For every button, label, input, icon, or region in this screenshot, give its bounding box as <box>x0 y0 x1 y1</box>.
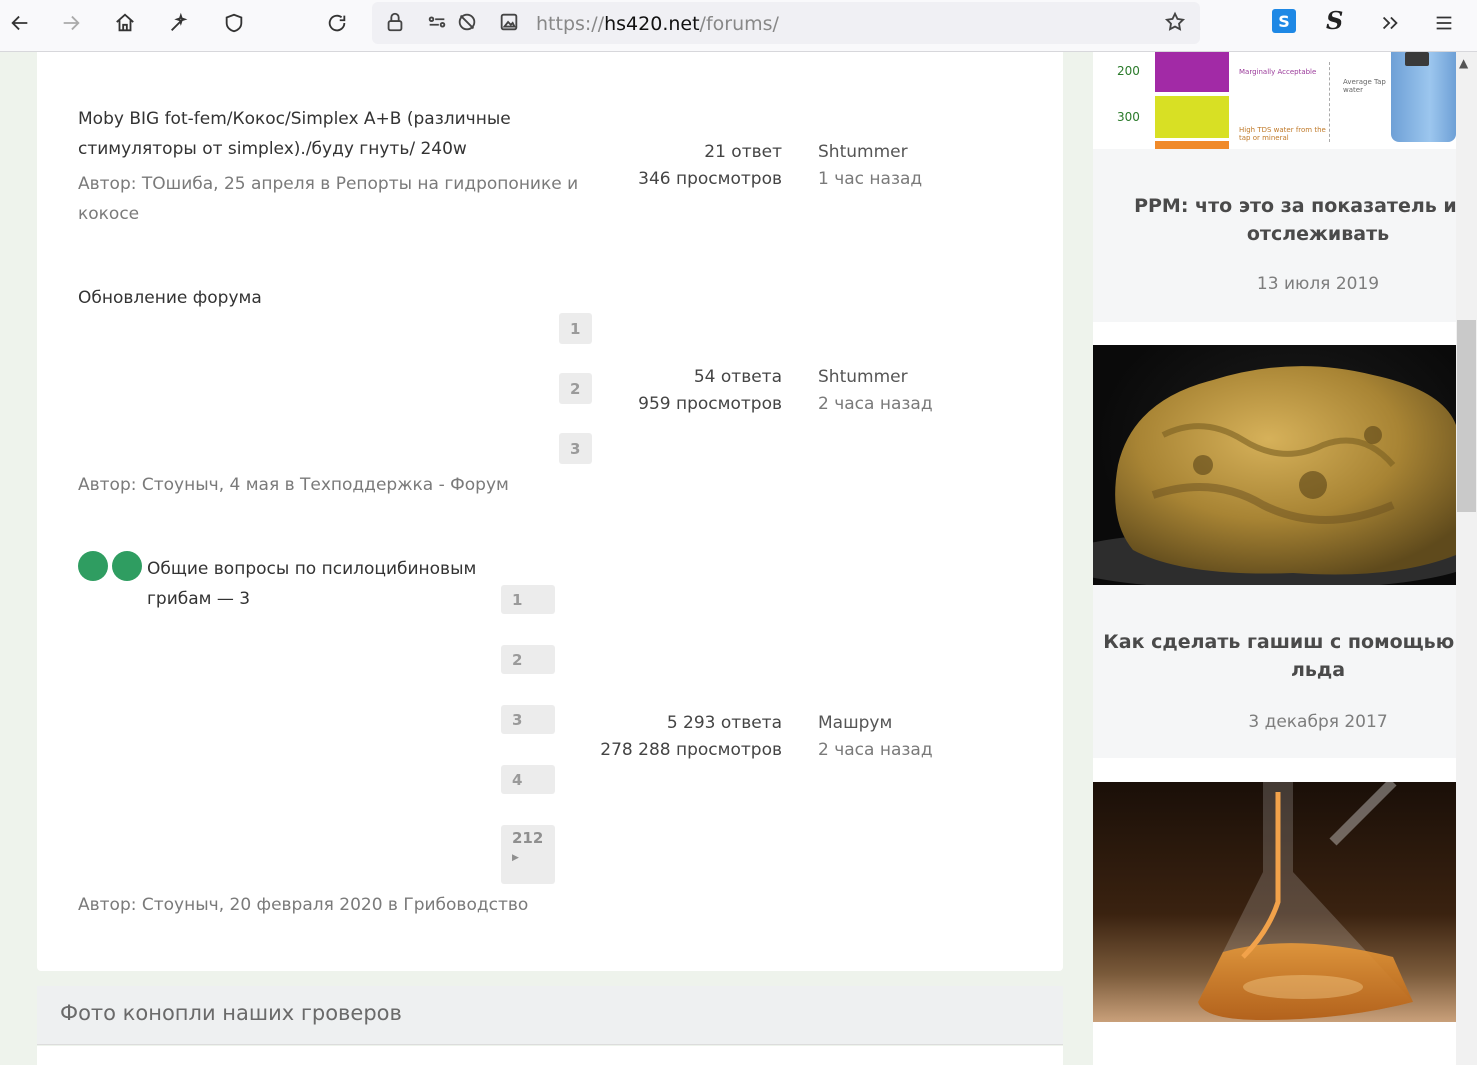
chart-label: 200 <box>1117 64 1140 78</box>
topic-title-link[interactable]: Общие вопросы по псилоцибиновым грибам —… <box>147 554 507 614</box>
avatar[interactable] <box>78 551 108 581</box>
scroll-up-arrow-icon[interactable]: ▲ <box>1459 56 1468 70</box>
last-poster-link[interactable]: Shtummer <box>818 139 922 166</box>
article-title-link[interactable]: Как сделать гашиш с помощью сухого льда <box>1093 628 1456 684</box>
view-count: 278 288 просмотров <box>600 740 782 760</box>
last-poster-link[interactable]: Shtummer <box>818 364 933 391</box>
last-post-info: Shtummer 1 час назад <box>818 139 922 193</box>
extension-s-label: S <box>1278 11 1290 31</box>
topic-meta: Автор: Стоуныч, 20 февраля 2020 в Грибов… <box>78 895 529 915</box>
hash-article-image[interactable] <box>1093 345 1456 585</box>
chart-label: 300 <box>1117 110 1140 124</box>
url-path: /forums/ <box>699 13 779 35</box>
tds-meter-illustration <box>1391 52 1456 142</box>
section-header: Фото конопли наших гроверов <box>37 986 1063 1045</box>
chart-divider <box>1329 62 1330 142</box>
topic-title-link[interactable]: Moby BIG fot-fem/Кокос/Simplex A+B (разл… <box>78 104 548 164</box>
last-post-info: Shtummer 2 часа назад <box>818 364 933 418</box>
ppm-chart-image[interactable]: 200 300 Marginally Acceptable Average Ta… <box>1093 52 1456 149</box>
forward-arrow-icon[interactable] <box>51 6 91 40</box>
url-text[interactable]: https://hs420.net/forums/ <box>536 13 779 35</box>
chart-band <box>1155 52 1229 92</box>
bong-article-image[interactable] <box>1093 782 1456 1022</box>
reload-icon[interactable] <box>317 6 357 40</box>
article-card[interactable]: PPM: что это за показатель и как отслежи… <box>1093 149 1456 322</box>
last-post-info: Машрум 2 часа назад <box>818 710 933 764</box>
chart-note: Marginally Acceptable <box>1239 68 1317 76</box>
reply-count: 54 ответа <box>693 367 782 387</box>
view-count: 346 просмотров <box>638 169 782 189</box>
forum-topic-list: Moby BIG fot-fem/Кокос/Simplex A+B (разл… <box>37 52 1063 971</box>
glass-bong-illustration <box>1198 782 1413 1020</box>
topic-stats: 21 ответ 346 просмотров <box>542 139 782 193</box>
view-count: 959 просмотров <box>638 394 782 414</box>
section-body <box>37 1046 1063 1065</box>
section-title[interactable]: Фото конопли наших гроверов <box>60 1001 402 1025</box>
hash-chunk-illustration <box>1093 366 1456 585</box>
article-title-link[interactable]: PPM: что это за показатель и как отслежи… <box>1093 192 1456 248</box>
topic-title-link[interactable]: Обновление форума <box>78 283 478 313</box>
page-link[interactable]: 3 <box>559 433 592 464</box>
customize-wand-icon[interactable] <box>159 6 199 40</box>
page-link[interactable]: 1 <box>559 313 592 344</box>
home-icon[interactable] <box>105 6 145 40</box>
topic-meta: Автор: Стоуныч, 4 мая в Техподдержка - Ф… <box>78 475 509 495</box>
page-link[interactable]: 4 <box>501 765 555 794</box>
url-bar[interactable]: https://hs420.net/forums/ <box>372 2 1200 44</box>
article-date: 3 декабря 2017 <box>1248 712 1388 732</box>
shield-icon[interactable] <box>214 6 254 40</box>
topic-stats: 5 293 ответа 278 288 просмотров <box>542 710 782 764</box>
extension-skype-icon[interactable]: S <box>1326 6 1343 35</box>
back-arrow-icon[interactable] <box>0 6 40 40</box>
hamburger-menu-icon[interactable] <box>1424 6 1464 40</box>
last-post-time[interactable]: 1 час назад <box>818 166 922 193</box>
page-link[interactable]: 1 <box>501 585 555 614</box>
sidebar: 200 300 Marginally Acceptable Average Ta… <box>1093 52 1456 1065</box>
reply-count: 21 ответ <box>704 142 782 162</box>
last-page-link[interactable]: 212 ▶ <box>501 825 555 884</box>
page-image-icon[interactable] <box>498 11 522 35</box>
article-date: 13 июля 2019 <box>1256 274 1380 294</box>
scrollbar-thumb[interactable] <box>1457 320 1476 512</box>
chart-note: Average Tap water <box>1343 78 1386 94</box>
chart-band <box>1155 96 1229 138</box>
overflow-chevrons-icon[interactable] <box>1370 6 1410 40</box>
browser-toolbar: https://hs420.net/forums/ S S <box>0 0 1477 52</box>
permissions-icon[interactable] <box>426 11 450 35</box>
tracking-blocked-icon[interactable] <box>456 11 480 35</box>
reply-count: 5 293 ответа <box>666 713 782 733</box>
avatar[interactable] <box>112 551 142 581</box>
topic-meta: Автор: ТОшиба, 25 апреля в Репорты на ги… <box>78 174 579 224</box>
last-post-time[interactable]: 2 часа назад <box>818 737 933 764</box>
extension-s-icon[interactable]: S <box>1272 9 1296 33</box>
chart-band <box>1155 141 1229 149</box>
caret-right-icon: ▶ <box>512 853 519 863</box>
url-host: hs420.net <box>604 13 700 35</box>
lock-icon[interactable] <box>384 11 408 35</box>
last-poster-link[interactable]: Машрум <box>818 710 933 737</box>
url-scheme: https:// <box>536 13 605 35</box>
last-page-number: 212 <box>512 829 544 847</box>
bookmark-star-icon[interactable] <box>1164 11 1188 35</box>
page-scrollbar[interactable]: ▲ <box>1456 52 1477 1065</box>
page-link[interactable]: 2 <box>501 645 555 674</box>
last-post-time[interactable]: 2 часа назад <box>818 391 933 418</box>
chart-note: High TDS water from the tap or mineral <box>1239 126 1326 142</box>
article-card[interactable]: Как сделать гашиш с помощью сухого льда … <box>1093 585 1456 758</box>
topic-stats: 54 ответа 959 просмотров <box>542 364 782 418</box>
extension-skype-label: S <box>1326 6 1344 35</box>
meter-button <box>1405 52 1429 66</box>
